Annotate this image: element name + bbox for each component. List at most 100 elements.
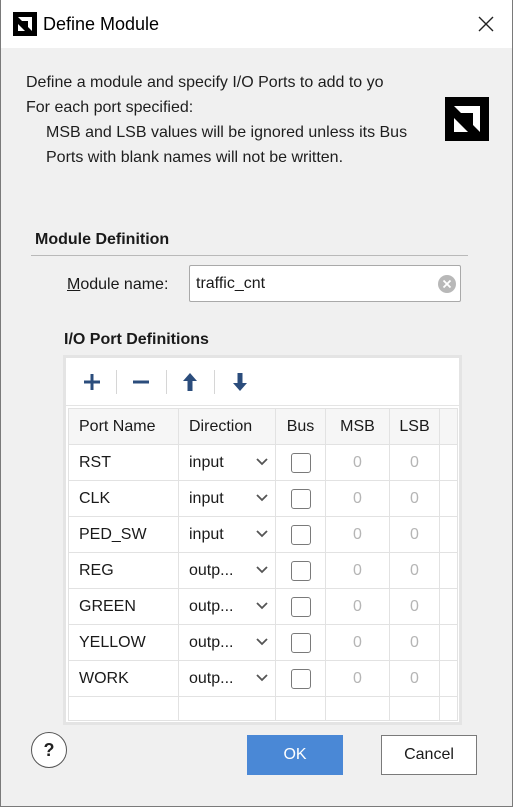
table-row: WORK outp... 0 0 — [68, 660, 458, 697]
filler-cell — [439, 552, 458, 589]
port-table-panel: Port Name Direction Bus MSB LSB RST inpu… — [63, 355, 462, 725]
add-port-button[interactable] — [80, 370, 104, 394]
chevron-down-icon — [256, 458, 268, 466]
bus-checkbox[interactable] — [290, 452, 311, 473]
define-module-dialog: Define Module Define a module and specif… — [0, 0, 513, 807]
chevron-down-icon — [256, 674, 268, 682]
toolbar-separator — [166, 370, 167, 394]
direction-value: outp... — [189, 633, 234, 651]
direction-select[interactable]: input — [178, 516, 276, 553]
bus-checkbox[interactable] — [290, 632, 311, 653]
direction-value: outp... — [189, 669, 234, 687]
help-button[interactable]: ? — [31, 732, 67, 768]
bus-checkbox[interactable] — [290, 596, 311, 617]
msb-cell[interactable]: 0 — [325, 444, 390, 481]
empty-cell[interactable] — [325, 696, 390, 721]
filler-cell — [439, 480, 458, 517]
bus-checkbox[interactable] — [290, 524, 311, 545]
intro-line: Define a module and specify I/O Ports to… — [26, 74, 384, 91]
column-header-bus[interactable]: Bus — [275, 408, 326, 445]
direction-value: input — [189, 453, 224, 471]
column-header-lsb[interactable]: LSB — [389, 408, 440, 445]
port-name-cell[interactable]: YELLOW — [68, 624, 179, 661]
move-up-button[interactable] — [178, 370, 202, 394]
direction-select[interactable]: outp... — [178, 552, 276, 589]
filler-cell — [439, 696, 458, 721]
empty-cell[interactable] — [68, 696, 179, 721]
mnemonic-letter: M — [67, 276, 81, 293]
table-row: REG outp... 0 0 — [68, 552, 458, 589]
empty-cell[interactable] — [178, 696, 276, 721]
bus-checkbox-cell — [275, 624, 326, 661]
chevron-down-icon — [256, 566, 268, 574]
filler-cell — [439, 516, 458, 553]
bus-checkbox[interactable] — [290, 488, 311, 509]
port-name-cell[interactable]: RST — [68, 444, 179, 481]
table-row: CLK input 0 0 — [68, 480, 458, 517]
help-icon: ? — [43, 739, 55, 760]
lsb-cell[interactable]: 0 — [389, 516, 440, 553]
lsb-cell[interactable]: 0 — [389, 588, 440, 625]
amd-logo-icon — [13, 12, 37, 36]
direction-value: input — [189, 525, 224, 543]
table-row: RST input 0 0 — [68, 444, 458, 481]
remove-icon — [133, 380, 149, 384]
direction-select[interactable]: input — [178, 444, 276, 481]
msb-cell[interactable]: 0 — [325, 588, 390, 625]
direction-select[interactable]: outp... — [178, 624, 276, 661]
msb-cell[interactable]: 0 — [325, 552, 390, 589]
bus-checkbox-cell — [275, 480, 326, 517]
intro-line: MSB and LSB values will be ignored unles… — [46, 124, 408, 141]
direction-select[interactable]: outp... — [178, 588, 276, 625]
filler-cell — [439, 624, 458, 661]
column-header-port-name[interactable]: Port Name — [68, 408, 179, 445]
port-name-cell[interactable]: WORK — [68, 660, 179, 697]
close-button[interactable] — [466, 4, 506, 44]
msb-cell[interactable]: 0 — [325, 516, 390, 553]
cancel-button[interactable]: Cancel — [381, 735, 477, 775]
lsb-cell[interactable]: 0 — [389, 552, 440, 589]
msb-cell[interactable]: 0 — [325, 480, 390, 517]
lsb-cell[interactable]: 0 — [389, 624, 440, 661]
clear-button[interactable] — [437, 274, 457, 294]
table-row: GREEN outp... 0 0 — [68, 588, 458, 625]
direction-select[interactable]: input — [178, 480, 276, 517]
add-icon — [84, 374, 100, 390]
filler-cell — [439, 588, 458, 625]
remove-port-button[interactable] — [129, 370, 153, 394]
module-name-field[interactable] — [189, 265, 461, 302]
bus-checkbox[interactable] — [290, 560, 311, 581]
direction-value: outp... — [189, 597, 234, 615]
table-row: YELLOW outp... 0 0 — [68, 624, 458, 661]
msb-cell[interactable]: 0 — [325, 624, 390, 661]
port-name-cell[interactable]: GREEN — [68, 588, 179, 625]
lsb-cell[interactable]: 0 — [389, 480, 440, 517]
intro-line: Ports with blank names will not be writt… — [46, 149, 344, 166]
empty-cell[interactable] — [389, 696, 440, 721]
msb-cell[interactable]: 0 — [325, 660, 390, 697]
close-icon — [478, 16, 494, 32]
clear-icon — [438, 275, 456, 293]
module-name-label-text: odule name: — [80, 276, 169, 293]
column-header-msb[interactable]: MSB — [325, 408, 390, 445]
bus-checkbox[interactable] — [290, 668, 311, 689]
bus-checkbox-cell — [275, 516, 326, 553]
lsb-cell[interactable]: 0 — [389, 444, 440, 481]
module-name-input[interactable] — [196, 272, 426, 296]
filler-cell — [439, 444, 458, 481]
empty-table-row — [68, 696, 458, 721]
bus-checkbox-cell — [275, 552, 326, 589]
move-down-button[interactable] — [228, 370, 252, 394]
column-header-filler — [439, 408, 458, 445]
ok-button[interactable]: OK — [247, 735, 343, 775]
module-name-label: Module name: — [67, 274, 168, 296]
port-name-cell[interactable]: REG — [68, 552, 179, 589]
port-name-cell[interactable]: CLK — [68, 480, 179, 517]
port-name-cell[interactable]: PED_SW — [68, 516, 179, 553]
column-header-direction[interactable]: Direction — [178, 408, 276, 445]
direction-select[interactable]: outp... — [178, 660, 276, 697]
lsb-cell[interactable]: 0 — [389, 660, 440, 697]
port-table: Port Name Direction Bus MSB LSB RST inpu… — [68, 408, 458, 721]
intro-text: Define a module and specify I/O Ports to… — [26, 70, 434, 170]
empty-cell[interactable] — [275, 696, 326, 721]
